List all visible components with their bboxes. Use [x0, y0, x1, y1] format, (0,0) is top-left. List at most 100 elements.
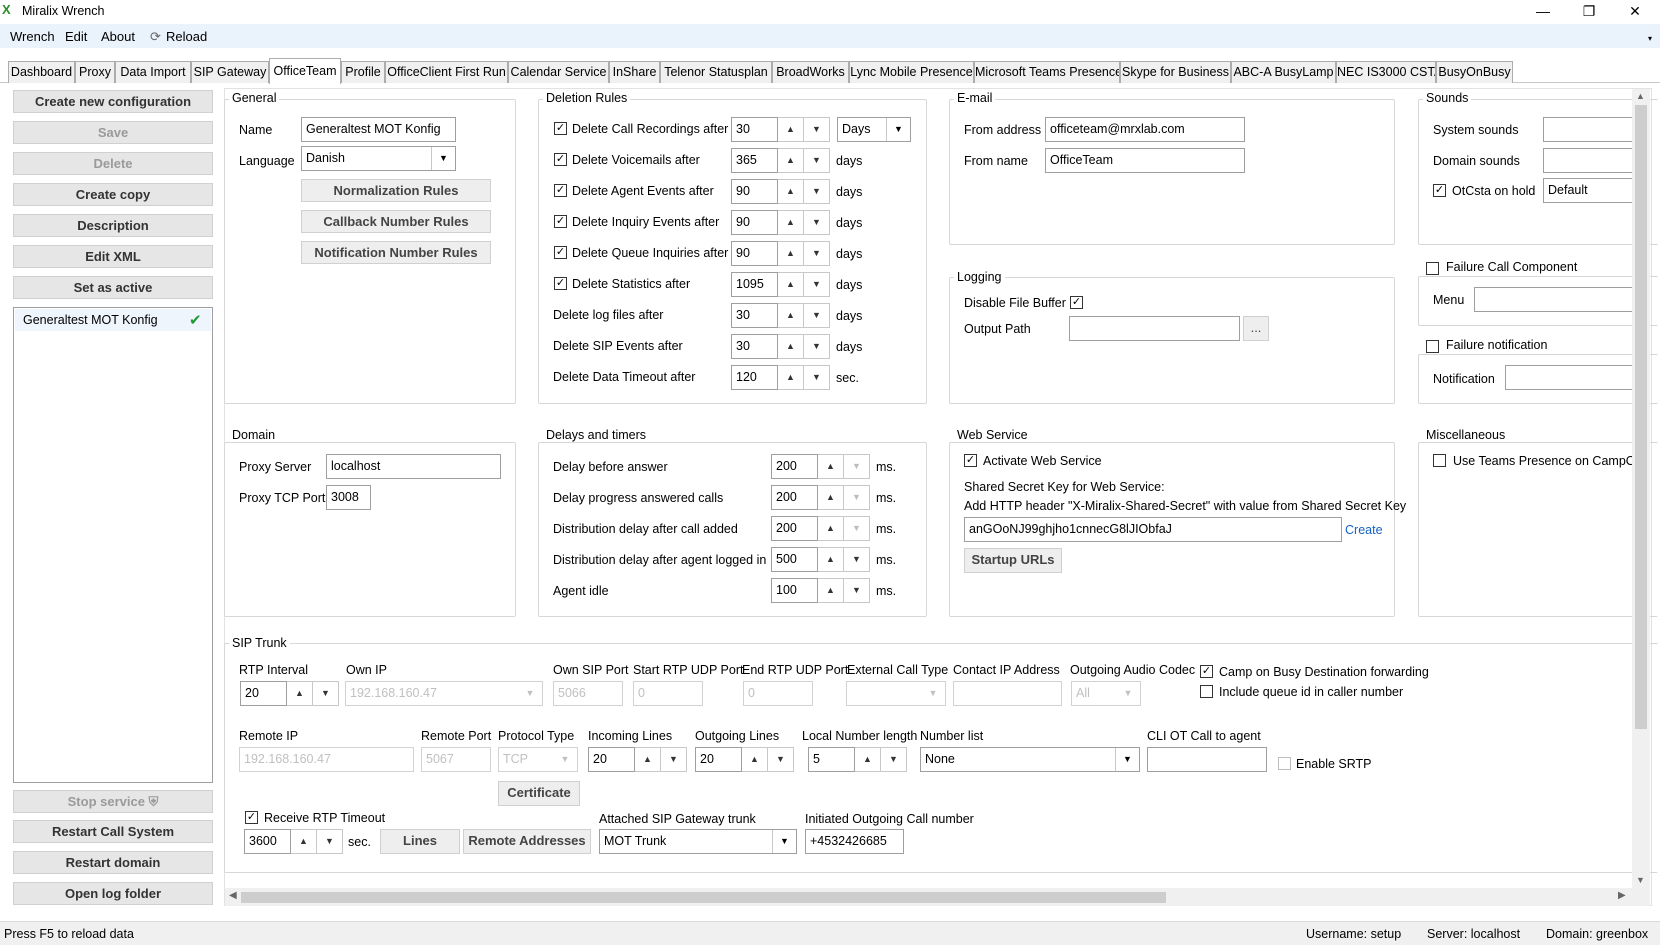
deletion-rule-checkbox[interactable]: ✓ — [554, 122, 567, 135]
failure-call-menu-field[interactable] — [1474, 287, 1634, 312]
local-number-length-up-icon[interactable]: ▲ — [855, 747, 881, 772]
minimize-button[interactable]: — — [1520, 0, 1566, 22]
delay-up-icon[interactable]: ▲ — [818, 516, 844, 541]
delay-down-icon[interactable]: ▼ — [844, 485, 870, 510]
deletion-rule-checkbox[interactable]: ✓ — [554, 153, 567, 166]
deletion-rule-checkbox[interactable]: ✓ — [554, 184, 567, 197]
recording-unit-select[interactable]: Days ▼ — [837, 117, 911, 142]
tab-dashboard[interactable]: Dashboard — [8, 61, 75, 83]
tab-data-import[interactable]: Data Import — [115, 61, 191, 83]
deletion-rule-up-icon[interactable]: ▲ — [778, 148, 804, 173]
rtp-timeout-field[interactable]: 3600 — [244, 829, 291, 854]
delay-down-icon[interactable]: ▼ — [844, 454, 870, 479]
number-list-select[interactable]: None ▼ — [920, 747, 1140, 772]
tab-busyonbusy[interactable]: BusyOnBusy — [1436, 61, 1513, 83]
tab-profile[interactable]: Profile — [341, 61, 385, 83]
delay-down-icon[interactable]: ▼ — [844, 547, 870, 572]
rtp-timeout-up-icon[interactable]: ▲ — [291, 829, 317, 854]
deletion-rule-down-icon[interactable]: ▼ — [804, 179, 830, 204]
incoming-lines-up-icon[interactable]: ▲ — [635, 747, 661, 772]
tab-abc-a-busylamp[interactable]: ABC-A BusyLamp — [1231, 61, 1336, 83]
close-button[interactable]: ✕ — [1612, 0, 1658, 22]
scroll-down-icon[interactable]: ▼ — [1636, 875, 1645, 885]
local-number-length-down-icon[interactable]: ▼ — [881, 747, 907, 772]
remote-ip-field[interactable]: 192.168.160.47 — [239, 747, 414, 772]
deletion-rule-checkbox[interactable]: ✓ — [554, 246, 567, 259]
cli-ot-call-field[interactable] — [1147, 747, 1267, 772]
tab-calendar-service[interactable]: Calendar Service — [508, 61, 609, 83]
activate-web-service-checkbox[interactable]: ✓ — [964, 454, 977, 467]
scroll-left-icon[interactable]: ◀ — [229, 890, 237, 901]
deletion-rule-down-icon[interactable]: ▼ — [804, 148, 830, 173]
from-name-field[interactable]: OfficeTeam — [1045, 148, 1245, 173]
vertical-scrollbar[interactable]: ▲ ▼ — [1632, 89, 1650, 906]
incoming-lines-down-icon[interactable]: ▼ — [661, 747, 687, 772]
external-call-type-select[interactable]: ▼ — [846, 681, 946, 706]
create-key-link[interactable]: Create — [1345, 523, 1383, 537]
otcsta-on-hold-checkbox[interactable]: ✓ — [1433, 184, 1446, 197]
vertical-scroll-thumb[interactable] — [1635, 105, 1647, 729]
deletion-rule-down-icon[interactable]: ▼ — [804, 210, 830, 235]
attached-gateway-select[interactable]: MOT Trunk ▼ — [599, 829, 797, 854]
open-log-folder-button[interactable]: Open log folder — [13, 882, 213, 905]
rtp-timeout-down-icon[interactable]: ▼ — [317, 829, 343, 854]
system-sounds-field[interactable] — [1543, 117, 1633, 142]
delay-value[interactable]: 200 — [771, 516, 818, 541]
description-button[interactable]: Description — [13, 214, 213, 237]
deletion-rule-up-icon[interactable]: ▲ — [778, 272, 804, 297]
outgoing-audio-codec-select[interactable]: All ▼ — [1071, 681, 1141, 706]
deletion-rule-value[interactable]: 90 — [731, 241, 778, 266]
deletion-rule-value[interactable]: 120 — [731, 365, 778, 390]
scroll-right-icon[interactable]: ▶ — [1618, 890, 1626, 901]
deletion-rule-up-icon[interactable]: ▲ — [778, 117, 804, 142]
deletion-rule-up-icon[interactable]: ▲ — [778, 241, 804, 266]
output-path-field[interactable] — [1069, 316, 1240, 341]
proxy-server-field[interactable]: localhost — [326, 454, 501, 479]
menu-wrench[interactable]: Wrench — [10, 29, 55, 44]
normalization-rules-button[interactable]: Normalization Rules — [301, 179, 491, 202]
deletion-rule-down-icon[interactable]: ▼ — [804, 334, 830, 359]
failure-call-checkbox[interactable] — [1426, 262, 1439, 275]
end-rtp-port-field[interactable]: 0 — [743, 681, 813, 706]
deletion-rule-down-icon[interactable]: ▼ — [804, 303, 830, 328]
deletion-rule-up-icon[interactable]: ▲ — [778, 334, 804, 359]
deletion-rule-value[interactable]: 30 — [731, 334, 778, 359]
local-number-length-field[interactable]: 5 — [808, 747, 855, 772]
deletion-rule-down-icon[interactable]: ▼ — [804, 365, 830, 390]
camp-on-busy-checkbox[interactable]: ✓ — [1200, 665, 1213, 678]
rtp-interval-field[interactable]: 20 — [240, 681, 287, 706]
create-new-configuration-button[interactable]: Create new configuration — [13, 90, 213, 113]
outgoing-lines-up-icon[interactable]: ▲ — [742, 747, 768, 772]
scroll-up-icon[interactable]: ▲ — [1636, 91, 1645, 101]
rtp-interval-down-icon[interactable]: ▼ — [313, 681, 339, 706]
receive-rtp-timeout-checkbox[interactable]: ✓ — [245, 811, 258, 824]
menu-about[interactable]: About — [101, 29, 135, 44]
deletion-rule-down-icon[interactable]: ▼ — [804, 272, 830, 297]
disable-file-buffer-checkbox[interactable]: ✓ — [1070, 296, 1083, 309]
outgoing-lines-down-icon[interactable]: ▼ — [768, 747, 794, 772]
tab-sip-gateway[interactable]: SIP Gateway — [191, 61, 269, 83]
incoming-lines-field[interactable]: 20 — [588, 747, 635, 772]
restart-call-system-button[interactable]: Restart Call System — [13, 820, 213, 843]
deletion-rule-up-icon[interactable]: ▲ — [778, 179, 804, 204]
deletion-rule-value[interactable]: 30 — [731, 117, 778, 142]
outgoing-lines-field[interactable]: 20 — [695, 747, 742, 772]
horizontal-scroll-thumb[interactable] — [241, 892, 1166, 903]
notification-field[interactable] — [1505, 365, 1635, 390]
tab-nec-is3000-csta[interactable]: NEC IS3000 CSTA — [1336, 61, 1436, 83]
tab-officeteam[interactable]: OfficeTeam — [269, 58, 341, 84]
deletion-rule-up-icon[interactable]: ▲ — [778, 365, 804, 390]
shared-secret-field[interactable]: anGOoNJ99ghjho1cnnecG8lJIObfaJ — [964, 517, 1342, 542]
edit-xml-button[interactable]: Edit XML — [13, 245, 213, 268]
own-ip-select[interactable]: 192.168.160.47 ▼ — [345, 681, 543, 706]
callback-number-rules-button[interactable]: Callback Number Rules — [301, 210, 491, 233]
tab-inshare[interactable]: InShare — [609, 61, 660, 83]
remote-addresses-button[interactable]: Remote Addresses — [463, 829, 591, 854]
delay-value[interactable]: 200 — [771, 454, 818, 479]
horizontal-scrollbar[interactable]: ◀ ▶ — [225, 888, 1632, 906]
contact-ip-field[interactable] — [953, 681, 1062, 706]
teams-presence-checkbox[interactable] — [1433, 454, 1446, 467]
rtp-interval-up-icon[interactable]: ▲ — [287, 681, 313, 706]
tab-lync-mobile-presence[interactable]: Lync Mobile Presence — [849, 61, 974, 83]
deletion-rule-value[interactable]: 1095 — [731, 272, 778, 297]
